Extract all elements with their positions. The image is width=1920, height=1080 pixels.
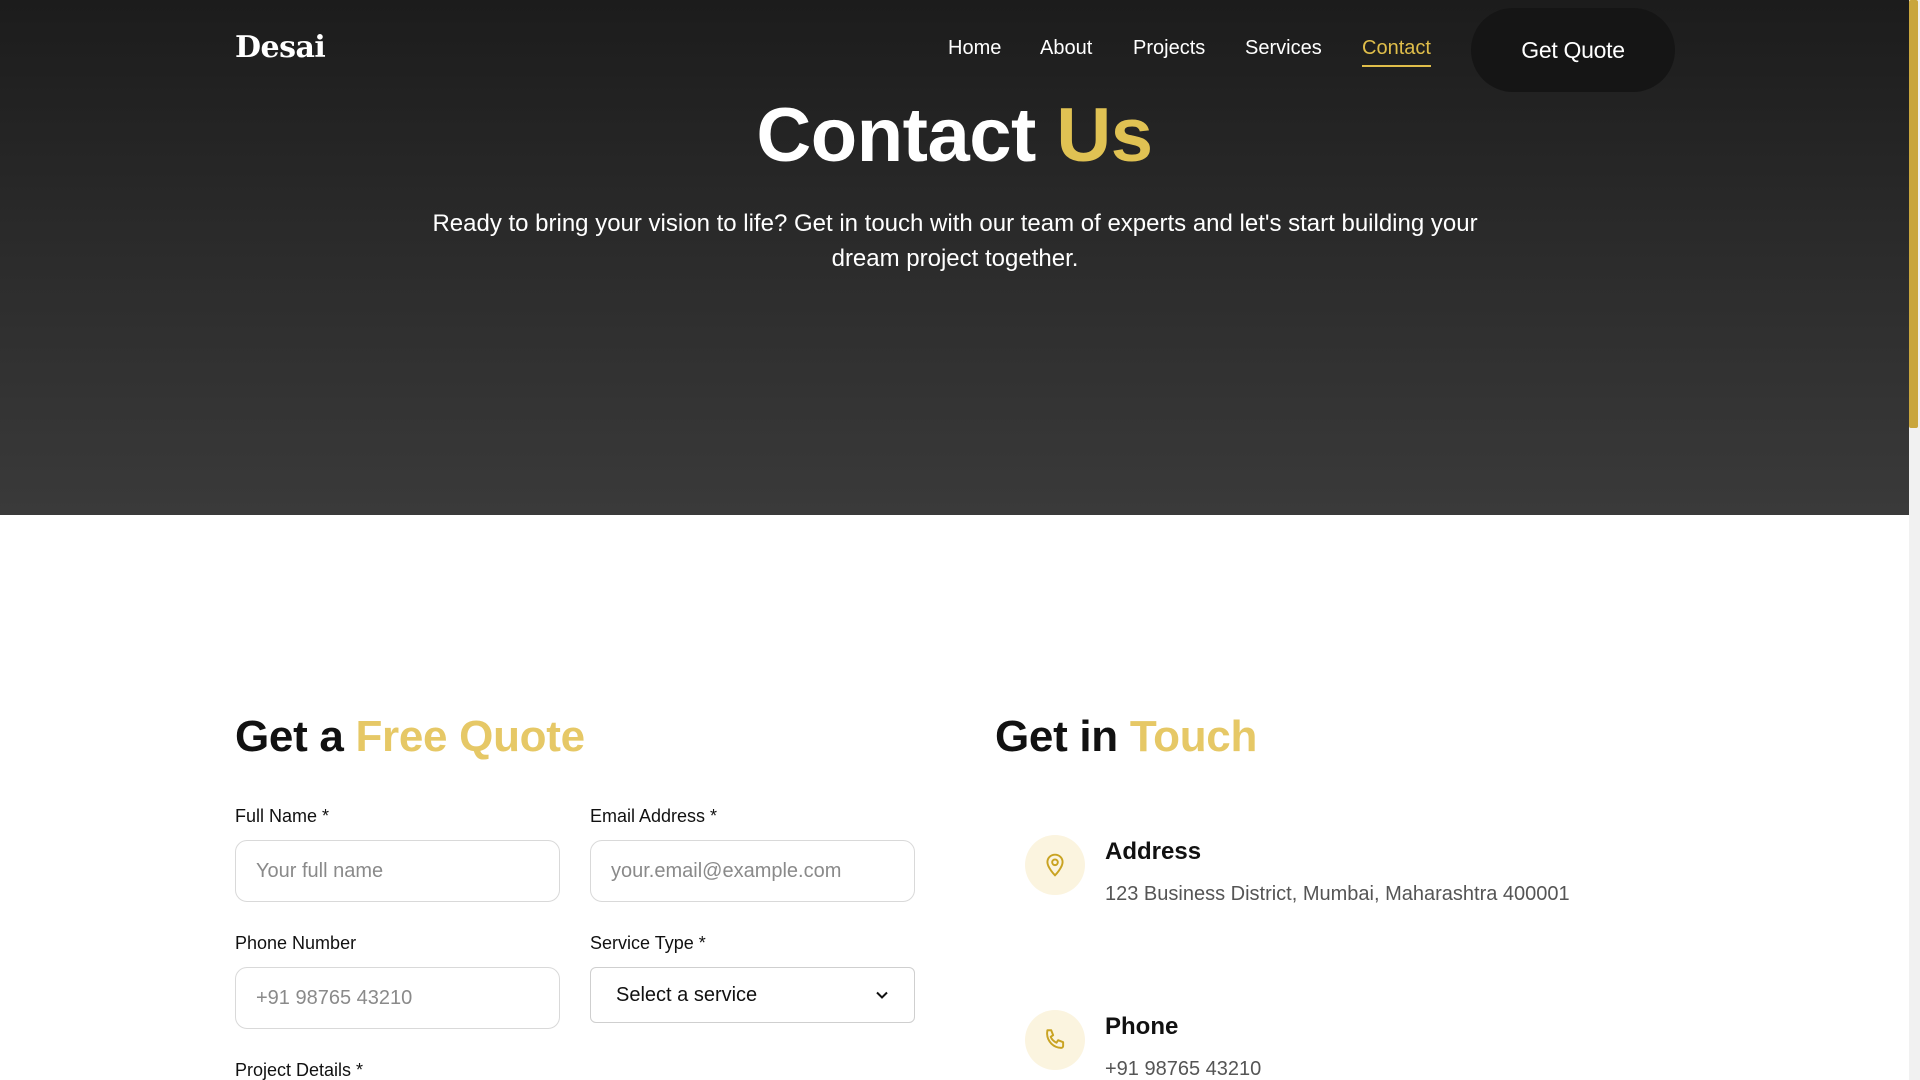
service-type-value: Select a service [616, 983, 758, 1006]
nav-about[interactable]: About [1040, 37, 1092, 60]
phone-label: Phone Number [235, 933, 357, 953]
email-input[interactable] [590, 840, 915, 902]
get-quote-button[interactable]: Get Quote [1471, 8, 1675, 92]
phone-input[interactable] [235, 967, 560, 1029]
hero-section: Desai Home About Projects Services Conta… [0, 0, 1909, 515]
phone-icon [1025, 1010, 1085, 1070]
full-name-label: Full Name * [235, 806, 330, 826]
page-title-accent: Us [1056, 93, 1153, 178]
address-text: 123 Business District, Mumbai, Maharasht… [1105, 883, 1570, 905]
contact-info-title: Get in Touch [995, 712, 1257, 762]
nav-projects[interactable]: Projects [1133, 37, 1205, 60]
quote-form-title: Get a Free Quote [235, 712, 585, 762]
full-name-input[interactable] [235, 840, 560, 902]
address-title: Address [1105, 838, 1202, 865]
scrollbar-thumb[interactable] [1909, 0, 1918, 428]
hero-subtitle-line1: Ready to bring your vision to life? Get … [432, 210, 1478, 237]
hero-subtitle-line2: dream project together. [831, 245, 1079, 272]
contact-info-title-accent: Touch [1129, 712, 1258, 761]
phone-text: +91 98765 43210 [1105, 1058, 1262, 1080]
phone-title: Phone [1105, 1013, 1179, 1040]
brand-logo[interactable]: Desai [235, 30, 326, 65]
page-title: Contact Us [0, 92, 1909, 179]
page-title-main: Contact [756, 93, 1036, 178]
email-label: Email Address * [590, 806, 718, 826]
page: Desai Home About Projects Services Conta… [0, 0, 1909, 1080]
nav-contact[interactable]: Contact [1362, 37, 1431, 67]
chevron-down-icon [876, 991, 888, 999]
service-type-label: Service Type * [590, 933, 706, 953]
location-pin-icon [1025, 835, 1085, 895]
hero-subtitle: Ready to bring your vision to life? Get … [400, 206, 1510, 276]
project-details-label: Project Details * [235, 1060, 364, 1080]
contact-info-title-main: Get in [995, 712, 1118, 761]
quote-form-title-main: Get a [235, 712, 344, 761]
service-type-select[interactable]: Select a service [590, 967, 915, 1023]
nav-services[interactable]: Services [1245, 37, 1322, 60]
quote-form-title-accent: Free Quote [355, 712, 585, 761]
nav-home[interactable]: Home [948, 37, 1001, 60]
